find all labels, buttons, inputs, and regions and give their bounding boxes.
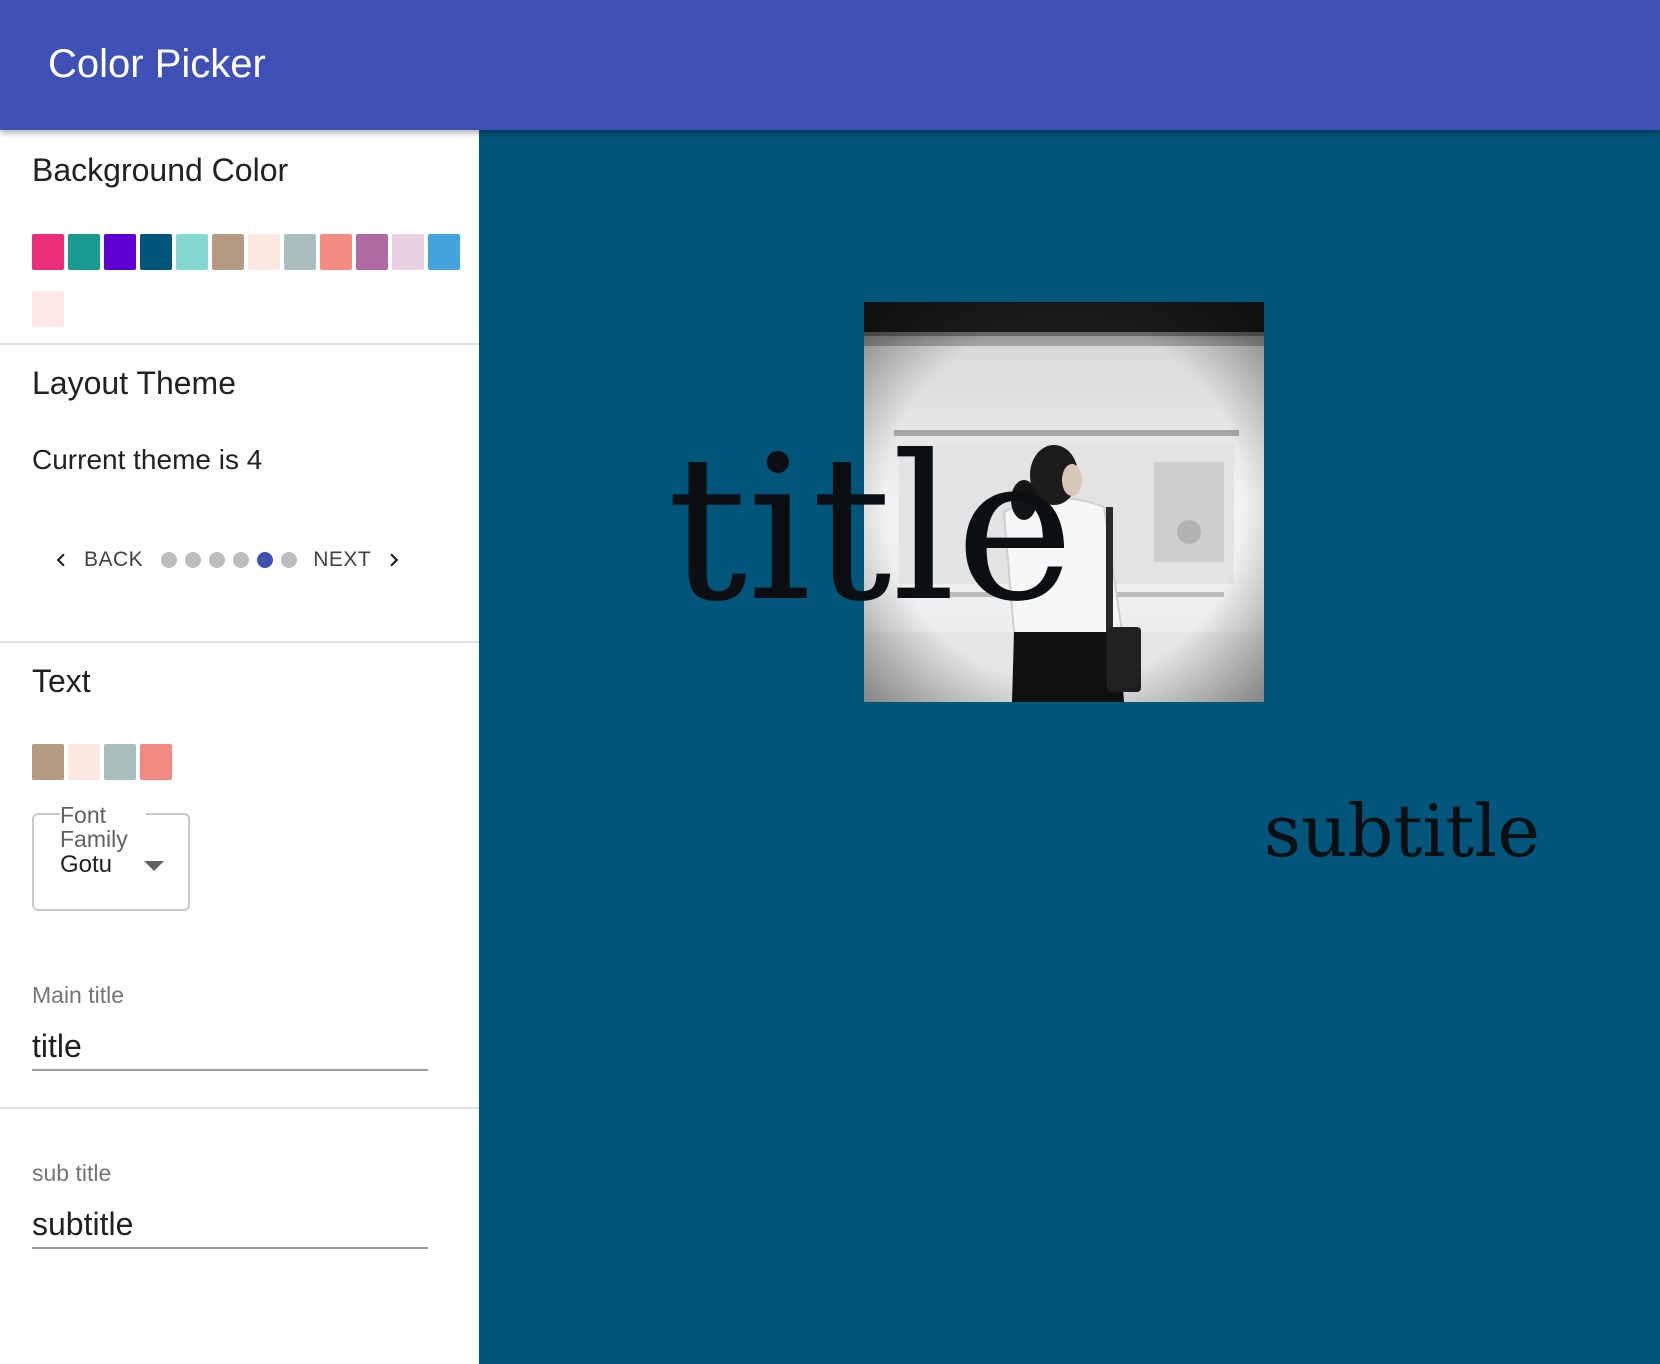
sub-title-label: sub title (32, 1160, 112, 1186)
settings-panel: Background Color Layout Theme Current th… (0, 130, 479, 1364)
back-button-label: BACK (84, 548, 144, 571)
color-swatch[interactable] (212, 234, 244, 270)
layout-theme-heading: Layout Theme (32, 365, 236, 401)
color-swatch[interactable] (68, 744, 100, 780)
color-swatch[interactable] (428, 234, 460, 270)
next-button[interactable]: NEXT (313, 547, 407, 573)
background-color-heading: Background Color (32, 152, 289, 188)
theme-stepper: BACK NEXT (48, 538, 407, 582)
preview-title-text: title (667, 413, 1075, 646)
background-swatch-list (32, 234, 472, 348)
step-dot-active (257, 552, 274, 568)
step-indicator (157, 552, 301, 568)
text-heading: Text (32, 663, 91, 699)
color-swatch[interactable] (32, 291, 64, 327)
preview-subtitle-text: subtitle (1264, 789, 1540, 873)
color-swatch[interactable] (356, 234, 388, 270)
color-swatch[interactable] (32, 744, 64, 780)
divider (0, 641, 479, 643)
color-swatch[interactable] (140, 234, 172, 270)
sub-title-input[interactable] (32, 1201, 428, 1249)
main-title-label: Main title (32, 982, 125, 1008)
color-swatch[interactable] (104, 234, 136, 270)
font-family-select[interactable]: Font Family Gotu (32, 803, 190, 911)
step-dot (281, 552, 298, 568)
color-swatch[interactable] (320, 234, 352, 270)
current-theme-text: Current theme is 4 (32, 444, 263, 475)
color-swatch[interactable] (104, 744, 136, 780)
chevron-right-icon (390, 553, 399, 567)
text-swatch-list (32, 744, 472, 801)
divider (0, 1107, 479, 1109)
step-dot (209, 552, 226, 568)
back-button[interactable]: BACK (48, 547, 143, 573)
app-bar: Color Picker (0, 0, 1660, 130)
preview-canvas: title subtitle (479, 130, 1660, 1364)
step-dot (161, 552, 178, 568)
color-swatch[interactable] (140, 744, 172, 780)
dropdown-arrow-icon (144, 861, 164, 871)
color-swatch[interactable] (248, 234, 280, 270)
color-swatch[interactable] (68, 234, 100, 270)
font-family-label: Font Family (60, 803, 146, 851)
color-swatch[interactable] (176, 234, 208, 270)
chevron-left-icon (56, 553, 65, 567)
app-title: Color Picker (48, 42, 266, 86)
color-swatch[interactable] (32, 234, 64, 270)
step-dot (185, 552, 202, 568)
step-dot (233, 552, 250, 568)
main-title-input[interactable] (32, 1023, 428, 1071)
divider (0, 343, 479, 345)
next-button-label: NEXT (313, 548, 372, 571)
font-family-value: Gotu (60, 851, 113, 878)
color-swatch[interactable] (284, 234, 316, 270)
color-swatch[interactable] (392, 234, 424, 270)
